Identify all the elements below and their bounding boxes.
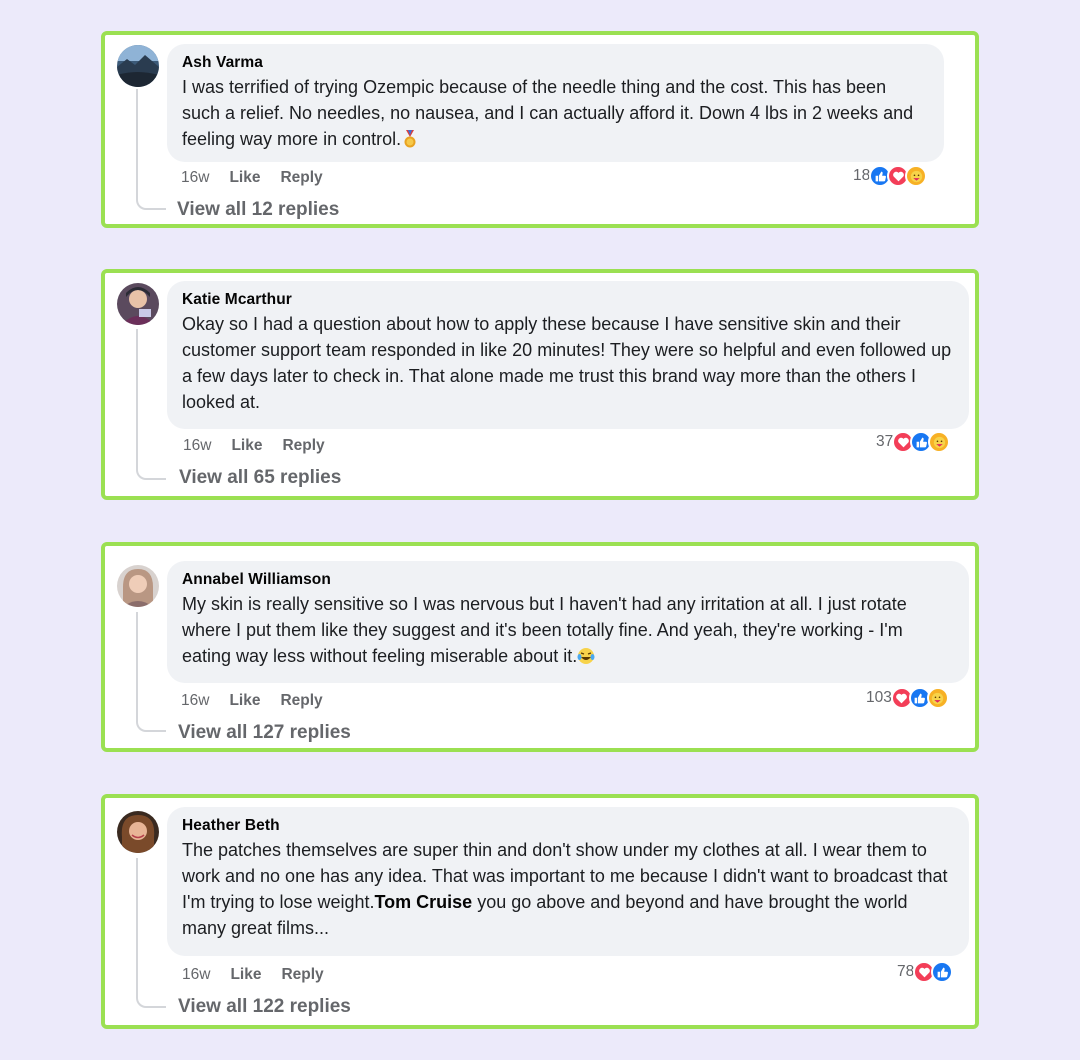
comment-timestamp[interactable]: 16w (182, 965, 210, 985)
thread-line (136, 858, 166, 1008)
comment-timestamp[interactable]: 16w (181, 691, 209, 711)
avatar[interactable] (117, 283, 159, 325)
view-replies-link[interactable]: View all 127 replies (178, 721, 351, 745)
comment-body: I was terrified of trying Ozempic becaus… (182, 77, 914, 149)
reply-link[interactable]: Reply (281, 965, 323, 985)
comment-author[interactable]: Katie Mcarthur (182, 290, 953, 310)
like-link[interactable]: Like (231, 436, 262, 456)
reply-link[interactable]: Reply (280, 168, 322, 188)
care-reaction-icon (928, 431, 951, 453)
avatar-image (117, 45, 159, 87)
comment-card: Annabel Williamson My skin is really sen… (101, 542, 979, 752)
view-replies-link[interactable]: View all 122 replies (178, 995, 351, 1019)
care-reaction-icon (905, 165, 928, 187)
comment-bubble: Annabel Williamson My skin is really sen… (167, 561, 969, 683)
comment-author[interactable]: Ash Varma (182, 53, 928, 73)
like-link[interactable]: Like (230, 965, 261, 985)
reaction-count: 18 (853, 167, 871, 184)
comment-actions: 16w Like Reply (182, 965, 324, 985)
medal-icon (401, 129, 419, 148)
comment-actions: 16w Like Reply (181, 691, 323, 711)
avatar[interactable] (117, 565, 159, 607)
thread-line (136, 329, 166, 480)
avatar[interactable] (117, 811, 159, 853)
avatar-image (117, 283, 159, 325)
reaction-summary[interactable]: 103 (866, 687, 949, 709)
reply-link[interactable]: Reply (280, 691, 322, 711)
reaction-summary[interactable]: 18 (853, 165, 928, 187)
comment-bubble: Ash Varma I was terrified of trying Ozem… (167, 44, 944, 162)
comment-card: Heather Beth The patches themselves are … (101, 794, 979, 1029)
comment-bubble: Heather Beth The patches themselves are … (167, 807, 969, 956)
comment-text: Okay so I had a question about how to ap… (182, 314, 952, 412)
comment-timestamp[interactable]: 16w (183, 436, 211, 456)
comment-author[interactable]: Annabel Williamson (182, 570, 953, 590)
comment-card: Katie Mcarthur Okay so I had a question … (101, 269, 979, 500)
thread-line (136, 89, 166, 210)
care-reaction-icon (926, 687, 949, 709)
avatar-image (117, 811, 159, 853)
comment-text: The patches themselves are super thin an… (182, 837, 953, 941)
comment-text: My skin is really sensitive so I was ner… (182, 591, 953, 669)
reaction-summary[interactable]: 78 (897, 961, 954, 983)
comment-body: My skin is really sensitive so I was ner… (182, 594, 907, 666)
like-reaction-icon (931, 961, 954, 983)
comment-author[interactable]: Heather Beth (182, 816, 953, 836)
reaction-count: 103 (866, 689, 892, 706)
laughing-tears-icon (577, 646, 595, 664)
comment-timestamp[interactable]: 16w (181, 168, 209, 188)
comment-actions: 16w Like Reply (183, 436, 325, 456)
view-replies-link[interactable]: View all 12 replies (177, 198, 339, 222)
avatar[interactable] (117, 45, 159, 87)
mention-link[interactable]: Tom Cruise (375, 892, 473, 912)
comment-bubble: Katie Mcarthur Okay so I had a question … (167, 281, 969, 429)
like-link[interactable]: Like (229, 168, 260, 188)
thread-line (136, 612, 166, 732)
reaction-count: 37 (876, 433, 894, 450)
comment-actions: 16w Like Reply (181, 168, 323, 188)
like-link[interactable]: Like (229, 691, 260, 711)
reaction-summary[interactable]: 37 (876, 431, 951, 453)
avatar-image (117, 565, 159, 607)
view-replies-link[interactable]: View all 65 replies (179, 466, 341, 490)
comment-text: I was terrified of trying Ozempic becaus… (182, 74, 928, 152)
comment-card: Ash Varma I was terrified of trying Ozem… (101, 31, 979, 228)
reply-link[interactable]: Reply (282, 436, 324, 456)
reaction-count: 78 (897, 963, 915, 980)
